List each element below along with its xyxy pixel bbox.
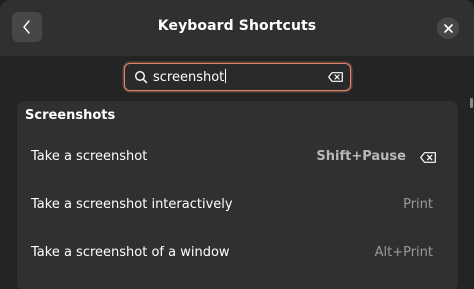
shortcut-label: Take a screenshot xyxy=(31,149,148,164)
shortcut-label: Take a screenshot of a window xyxy=(31,245,230,260)
shortcuts-list-card: Screenshots Take a screenshot Shift+Paus… xyxy=(17,101,458,289)
shortcut-row-take-screenshot[interactable]: Take a screenshot Shift+Pause xyxy=(17,133,458,181)
shortcut-row-take-screenshot-interactively[interactable]: Take a screenshot interactively Print xyxy=(17,181,458,229)
scrollbar-indicator[interactable] xyxy=(470,98,473,108)
shortcut-label: Take a screenshot interactively xyxy=(31,197,233,212)
search-field[interactable]: screenshot xyxy=(124,63,351,91)
shortcut-accelerator: Print xyxy=(403,197,433,212)
keyboard-shortcuts-window: Keyboard Shortcuts screenshot Screenshot… xyxy=(0,0,474,289)
close-button[interactable] xyxy=(437,17,459,39)
search-icon xyxy=(134,70,148,84)
window-title: Keyboard Shortcuts xyxy=(157,18,317,34)
shortcut-accelerator: Alt+Print xyxy=(374,245,433,260)
text-cursor xyxy=(225,69,227,83)
backspace-icon[interactable] xyxy=(328,72,343,82)
search-value: screenshot xyxy=(153,70,225,85)
backspace-icon[interactable] xyxy=(420,152,436,163)
shortcut-row-take-screenshot-of-window[interactable]: Take a screenshot of a window Alt+Print xyxy=(17,229,458,277)
shortcut-accelerator: Shift+Pause xyxy=(316,149,406,164)
section-title: Screenshots xyxy=(25,108,116,123)
content-area: screenshot Screenshots Take a screenshot… xyxy=(0,56,474,289)
close-icon xyxy=(443,23,453,33)
search-input[interactable]: screenshot xyxy=(153,69,227,86)
header-bar: Keyboard Shortcuts xyxy=(0,0,474,56)
